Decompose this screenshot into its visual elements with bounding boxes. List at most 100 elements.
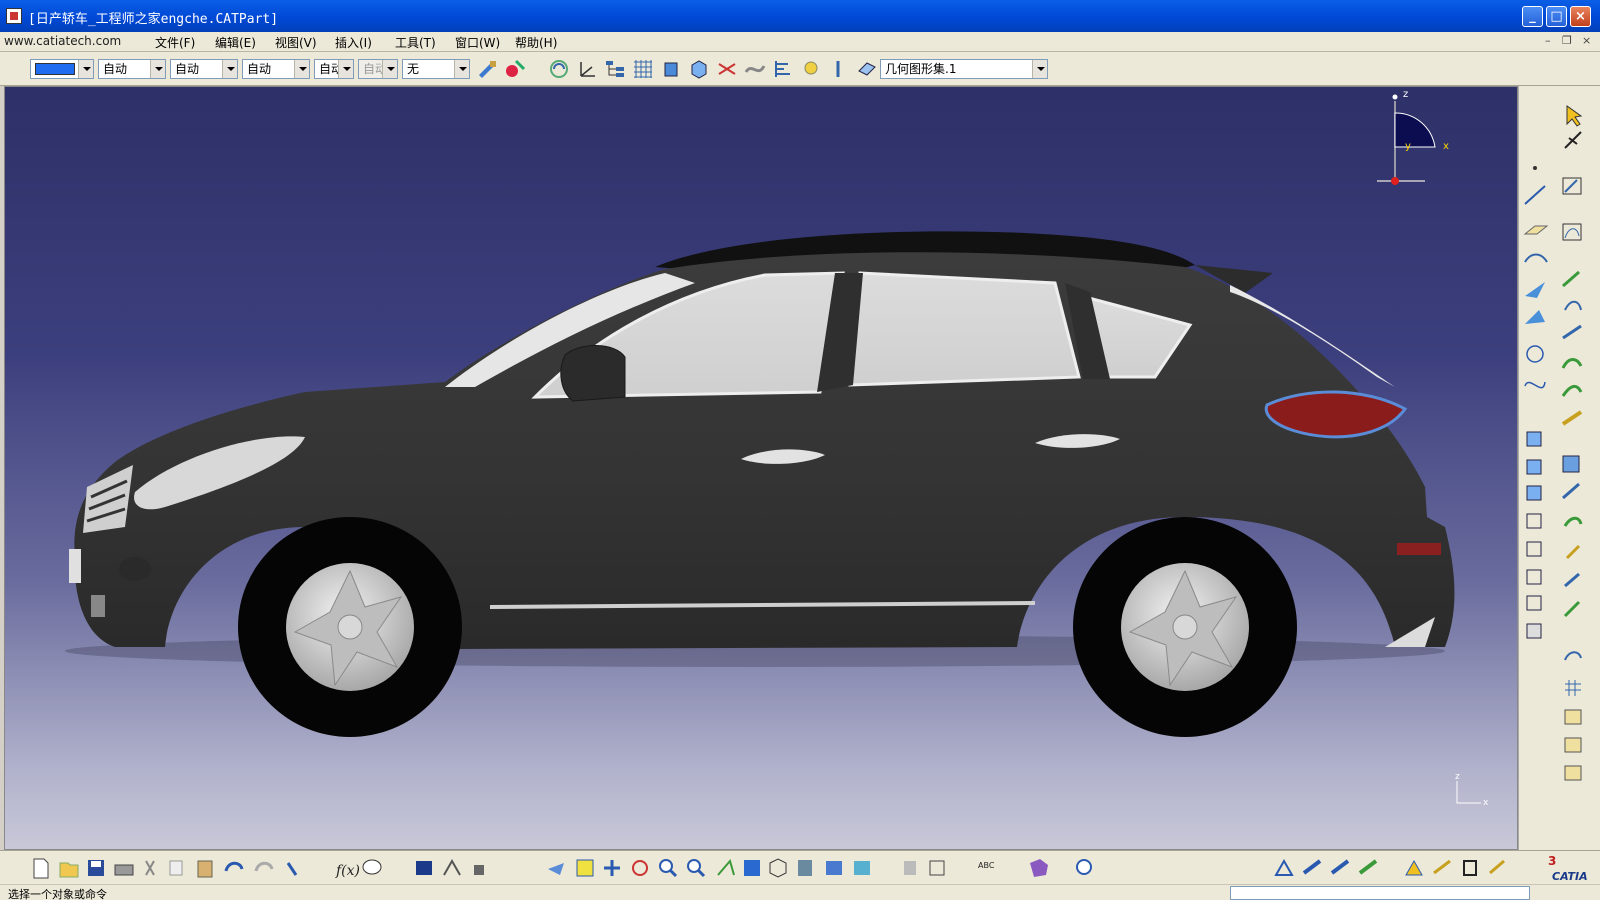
normal-view-icon[interactable] bbox=[717, 858, 735, 876]
sweep-surface-icon[interactable] bbox=[1526, 485, 1542, 501]
car-model[interactable]: z x y z x bbox=[5, 87, 1518, 850]
blend-surface-icon[interactable] bbox=[1526, 569, 1542, 585]
comment-icon[interactable] bbox=[362, 859, 382, 875]
zoom-out-icon[interactable] bbox=[687, 859, 706, 878]
hide-show-icon[interactable] bbox=[548, 58, 570, 80]
pattern-icon[interactable] bbox=[1565, 680, 1581, 696]
positioned-sketch-icon[interactable] bbox=[1562, 223, 1582, 241]
extract-icon[interactable] bbox=[1565, 544, 1581, 560]
pan-icon[interactable] bbox=[604, 860, 620, 876]
new-file-icon[interactable] bbox=[33, 858, 49, 879]
geometric-set-combo[interactable]: 几何图形集.1 bbox=[880, 59, 1048, 79]
geometric-set-icon[interactable] bbox=[856, 58, 878, 80]
extrude-surface-icon[interactable] bbox=[1526, 431, 1542, 447]
spline-icon[interactable] bbox=[1524, 381, 1546, 389]
formula-icon[interactable]: f(x) bbox=[335, 863, 360, 879]
maximize-button[interactable]: □ bbox=[1546, 6, 1567, 27]
whats-this-icon[interactable] bbox=[286, 862, 298, 876]
axis-system-tool-icon[interactable] bbox=[1274, 858, 1294, 876]
plane-icon[interactable] bbox=[1523, 225, 1549, 235]
rotate-icon[interactable] bbox=[632, 860, 648, 876]
menu-tools[interactable]: 工具(T) bbox=[395, 34, 436, 51]
tree-icon[interactable] bbox=[604, 58, 626, 80]
connect-curve-icon[interactable] bbox=[1561, 410, 1583, 426]
surface-tool-2-icon[interactable] bbox=[1330, 859, 1350, 875]
shading-icon[interactable] bbox=[798, 860, 812, 876]
reactions-icon[interactable] bbox=[443, 858, 461, 876]
mdi-restore-button[interactable]: ❐ bbox=[1562, 34, 1572, 47]
spell-check-icon[interactable]: ABC bbox=[978, 861, 995, 870]
surface-tool-3-icon[interactable] bbox=[1358, 859, 1378, 875]
fit-all-icon[interactable] bbox=[576, 859, 594, 877]
select-icon[interactable] bbox=[1566, 105, 1583, 127]
menu-edit[interactable]: 编辑(E) bbox=[215, 34, 256, 51]
save-icon[interactable] bbox=[88, 860, 104, 876]
table-icon[interactable] bbox=[1564, 709, 1582, 725]
point-icon[interactable] bbox=[1533, 166, 1537, 170]
graphic-properties-icon[interactable] bbox=[504, 58, 526, 80]
line-thickness-combo[interactable]: 自动 bbox=[170, 59, 238, 79]
transparency-combo[interactable]: 自动 bbox=[98, 59, 166, 79]
menu-help[interactable]: 帮助(H) bbox=[515, 34, 557, 51]
multi-view-icon[interactable] bbox=[744, 860, 760, 876]
cut-icon[interactable] bbox=[145, 860, 155, 876]
parallel-curve-icon[interactable] bbox=[1561, 358, 1583, 369]
fly-mode-icon[interactable] bbox=[548, 863, 564, 875]
cube-icon[interactable] bbox=[688, 58, 710, 80]
sketch-icon[interactable] bbox=[1562, 177, 1582, 195]
design-table-icon[interactable] bbox=[416, 861, 432, 875]
point-type-combo[interactable]: 自动 bbox=[314, 59, 354, 79]
line-type-combo[interactable]: 自动 bbox=[242, 59, 310, 79]
redo-icon[interactable] bbox=[254, 861, 274, 872]
projection-icon[interactable] bbox=[1524, 253, 1548, 263]
translate-icon[interactable] bbox=[1563, 600, 1581, 618]
measure-item-icon[interactable] bbox=[929, 860, 945, 876]
copy-icon[interactable] bbox=[169, 860, 183, 876]
fillet-icon[interactable] bbox=[1564, 572, 1580, 588]
hide-icon[interactable] bbox=[826, 861, 842, 875]
iso-view-icon[interactable] bbox=[769, 858, 787, 878]
list-icon[interactable] bbox=[828, 58, 850, 80]
extrude-icon[interactable] bbox=[660, 58, 682, 80]
menu-view[interactable]: 视图(V) bbox=[275, 34, 317, 51]
join-icon[interactable] bbox=[1526, 595, 1542, 611]
compass[interactable]: z x y bbox=[1377, 89, 1449, 185]
offset-curve-icon[interactable] bbox=[1525, 310, 1545, 324]
surface-tool-icon[interactable] bbox=[1302, 859, 1322, 875]
measure-icon[interactable] bbox=[1526, 623, 1542, 639]
line-icon[interactable] bbox=[1524, 185, 1546, 205]
grid-icon[interactable] bbox=[632, 58, 654, 80]
split-icon[interactable] bbox=[1562, 455, 1580, 473]
helix-icon[interactable] bbox=[1562, 270, 1580, 288]
boundary-icon[interactable] bbox=[1563, 516, 1583, 527]
menu-insert[interactable]: 插入(I) bbox=[335, 34, 372, 51]
3d-viewport[interactable]: z x y z x bbox=[4, 86, 1518, 850]
trim-icon[interactable] bbox=[1562, 482, 1580, 500]
undo-icon[interactable] bbox=[224, 861, 244, 872]
loft-surface-icon[interactable] bbox=[1526, 541, 1542, 557]
repetition-icon[interactable] bbox=[1564, 651, 1582, 661]
layer-combo[interactable]: 无 bbox=[402, 59, 470, 79]
reflect-line-icon[interactable] bbox=[1562, 324, 1582, 340]
update-icon[interactable] bbox=[1489, 859, 1505, 875]
snap-tool-icon[interactable] bbox=[1433, 859, 1451, 875]
circle-icon[interactable] bbox=[1526, 345, 1544, 363]
combine-icon[interactable] bbox=[1564, 300, 1582, 311]
command-input[interactable] bbox=[1230, 886, 1530, 900]
color-combo[interactable] bbox=[30, 59, 94, 79]
box-tool-icon[interactable] bbox=[1463, 860, 1477, 876]
analysis-icon[interactable] bbox=[1076, 859, 1092, 875]
align-icon[interactable] bbox=[772, 58, 794, 80]
minimize-button[interactable]: _ bbox=[1522, 6, 1543, 27]
mdi-minimize-button[interactable]: – bbox=[1545, 34, 1551, 47]
sketcher-icon[interactable] bbox=[1564, 131, 1582, 149]
zoom-in-icon[interactable] bbox=[659, 859, 678, 878]
print-icon[interactable] bbox=[114, 864, 134, 876]
snap-icon[interactable] bbox=[716, 58, 738, 80]
mdi-close-button[interactable]: × bbox=[1582, 34, 1591, 47]
lock-icon[interactable] bbox=[474, 865, 484, 875]
paste-icon[interactable] bbox=[197, 860, 213, 878]
corner-icon[interactable] bbox=[1561, 385, 1583, 397]
painter-icon[interactable] bbox=[476, 58, 498, 80]
sketch-tool-icon[interactable] bbox=[1405, 859, 1423, 876]
